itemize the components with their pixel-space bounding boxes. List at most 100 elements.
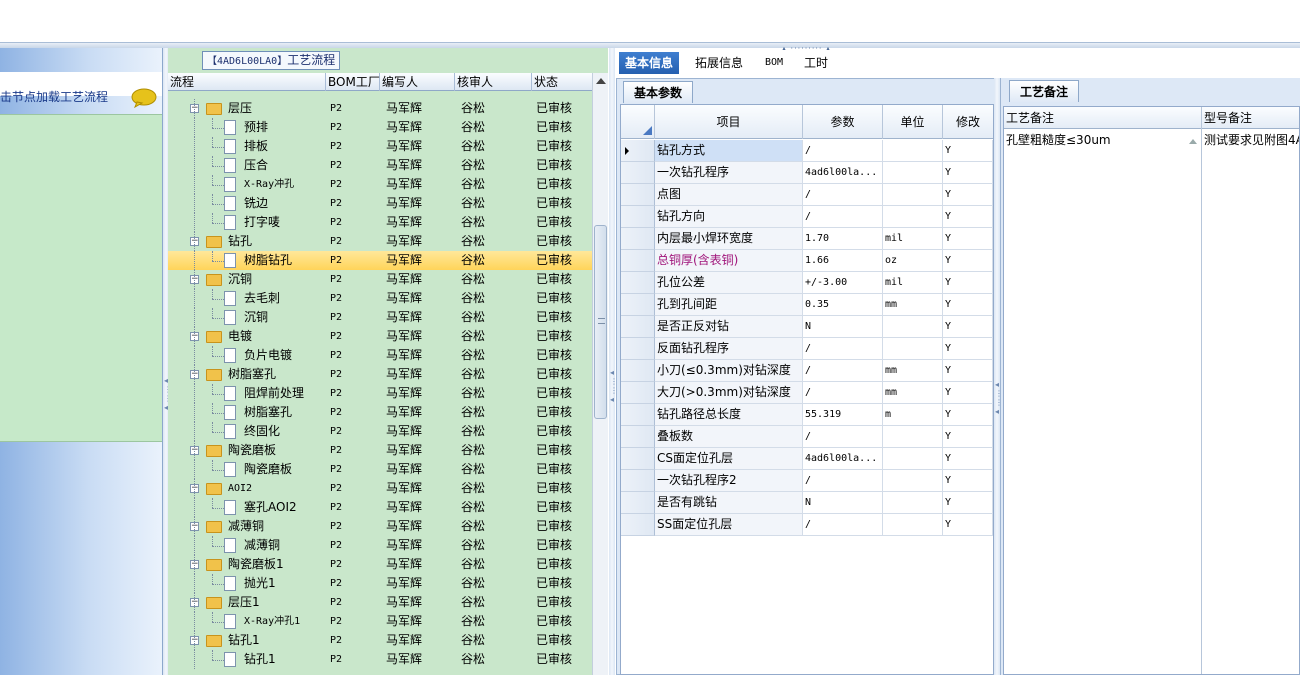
splitter-grip-icon[interactable]: ◂⋮⋮◂ — [995, 380, 1003, 416]
row-header[interactable] — [621, 382, 655, 404]
param-cell-mod[interactable]: Y — [943, 492, 993, 514]
tree-node-label[interactable]: 抛光1 — [244, 574, 276, 593]
tree-node-label[interactable]: 树脂钻孔 — [244, 251, 292, 270]
process-note-cell[interactable]: 孔壁粗糙度≤30um — [1006, 131, 1186, 148]
param-cell-unit[interactable]: oz — [883, 250, 943, 272]
param-cell-mod[interactable]: Y — [943, 470, 993, 492]
param-row[interactable]: 钻孔路径总长度 55.319 m Y — [621, 404, 993, 426]
tab-process-notes[interactable]: 工艺备注 — [1009, 80, 1080, 102]
param-cell-unit[interactable]: mil — [883, 272, 943, 294]
scroll-up-icon[interactable] — [596, 78, 606, 84]
tree-step-row[interactable]: 压合 P2 马军辉 谷松 已审核 — [168, 156, 592, 175]
column-item[interactable]: 项目 — [655, 105, 803, 139]
column-status[interactable]: 状态 — [532, 73, 592, 91]
param-row[interactable]: 是否正反对钻 N Y — [621, 316, 993, 338]
tree-node-label[interactable]: 陶瓷磨板 — [244, 460, 292, 479]
param-cell-unit[interactable] — [883, 514, 943, 536]
row-header[interactable] — [621, 162, 655, 184]
row-header[interactable] — [621, 294, 655, 316]
param-cell-mod[interactable]: Y — [943, 316, 993, 338]
row-header[interactable] — [621, 338, 655, 360]
param-row[interactable]: SS面定位孔层 / Y — [621, 514, 993, 536]
tab-basic-info[interactable]: 基本信息 — [619, 52, 680, 74]
param-cell-value[interactable]: 1.66 — [803, 250, 883, 272]
param-cell-mod[interactable]: Y — [943, 514, 993, 536]
tree-node-label[interactable]: 陶瓷磨板1 — [228, 555, 284, 574]
tree-node-label[interactable]: 钻孔 — [228, 232, 252, 251]
tree-node-label[interactable]: 减薄铜 — [244, 536, 280, 555]
tree-node-label[interactable]: 塞孔AOI2 — [244, 498, 297, 517]
param-cell-mod[interactable]: Y — [943, 162, 993, 184]
param-row[interactable]: 内层最小焊环宽度 1.70 mil Y — [621, 228, 993, 250]
row-header[interactable] — [621, 272, 655, 294]
row-header[interactable] — [621, 404, 655, 426]
column-bom-factory[interactable]: BOM工厂 — [326, 73, 380, 91]
param-cell-mod[interactable]: Y — [943, 250, 993, 272]
param-cell-unit[interactable] — [883, 448, 943, 470]
column-model-note[interactable]: 型号备注 — [1202, 107, 1299, 129]
row-header[interactable] — [621, 470, 655, 492]
tree-step-row[interactable]: 打字唛 P2 马军辉 谷松 已审核 — [168, 213, 592, 232]
param-cell-value[interactable]: N — [803, 492, 883, 514]
param-cell-value[interactable]: / — [803, 206, 883, 228]
scroll-up-icon[interactable] — [1189, 139, 1197, 144]
tree-folder-row[interactable]: − 减薄铜 P2 马军辉 谷松 已审核 — [168, 517, 592, 536]
tree-node-label[interactable]: 打字唛 — [244, 213, 280, 232]
tree-step-row[interactable]: 终固化 P2 马军辉 谷松 已审核 — [168, 422, 592, 441]
param-cell-value[interactable]: / — [803, 426, 883, 448]
param-row[interactable]: 叠板数 / Y — [621, 426, 993, 448]
param-cell-mod[interactable]: Y — [943, 294, 993, 316]
tree-step-row[interactable]: X-Ray冲孔 P2 马军辉 谷松 已审核 — [168, 175, 592, 194]
tree-folder-row[interactable]: − 树脂塞孔 P2 马军辉 谷松 已审核 — [168, 365, 592, 384]
tree-node-label[interactable]: 预排 — [244, 118, 268, 137]
param-row[interactable]: 一次钻孔程序 4ad6l00la... Y — [621, 162, 993, 184]
param-cell-mod[interactable]: Y — [943, 338, 993, 360]
column-flow[interactable]: 流程 — [168, 73, 326, 91]
tab-extended-info[interactable]: 拓展信息 — [689, 52, 749, 74]
param-cell-mod[interactable]: Y — [943, 228, 993, 250]
param-cell-mod[interactable]: Y — [943, 426, 993, 448]
middle-splitter[interactable]: ◂ ⋮ ⋮ ◂ — [609, 48, 618, 675]
tree-step-row[interactable]: 陶瓷磨板 P2 马军辉 谷松 已审核 — [168, 460, 592, 479]
tab-bom[interactable]: BOM — [759, 52, 789, 74]
tree-node-label[interactable]: 压合 — [244, 156, 268, 175]
tree-step-row[interactable]: 预排 P2 马军辉 谷松 已审核 — [168, 118, 592, 137]
tree-node-label[interactable]: X-Ray冲孔 — [244, 175, 294, 194]
param-row[interactable]: 一次钻孔程序2/ Y — [621, 470, 993, 492]
row-header[interactable] — [621, 140, 655, 162]
tree-node-label[interactable]: 沉铜 — [228, 270, 252, 289]
param-row[interactable]: 钻孔方式 / Y — [621, 140, 993, 162]
param-row[interactable]: 总铜厚(含表铜) 1.66 oz Y — [621, 250, 993, 272]
row-header[interactable] — [621, 316, 655, 338]
tree-node-label[interactable]: 减薄铜 — [228, 517, 264, 536]
param-cell-unit[interactable] — [883, 426, 943, 448]
param-cell-unit[interactable] — [883, 492, 943, 514]
speech-bubble-icon[interactable] — [131, 88, 157, 108]
param-cell-mod[interactable]: Y — [943, 404, 993, 426]
param-cell-unit[interactable] — [883, 470, 943, 492]
param-row[interactable]: 钻孔方向 / Y — [621, 206, 993, 228]
param-cell-unit[interactable] — [883, 338, 943, 360]
row-header[interactable] — [621, 360, 655, 382]
param-cell-mod[interactable]: Y — [943, 184, 993, 206]
tree-folder-row[interactable]: − 层压1 P2 马军辉 谷松 已审核 — [168, 593, 592, 612]
param-cell-unit[interactable]: mm — [883, 360, 943, 382]
tree-node-label[interactable]: 陶瓷磨板 — [228, 441, 276, 460]
row-header[interactable] — [621, 426, 655, 448]
param-cell-unit[interactable]: mm — [883, 382, 943, 404]
tree-node-label[interactable]: 沉铜 — [244, 308, 268, 327]
param-cell-mod[interactable]: Y — [943, 206, 993, 228]
column-unit[interactable]: 单位 — [883, 105, 943, 139]
param-cell-value[interactable]: +/-3.00 — [803, 272, 883, 294]
tree-node-label[interactable]: 树脂塞孔 — [228, 365, 276, 384]
param-cell-unit[interactable]: mil — [883, 228, 943, 250]
tree-node-label[interactable]: 树脂塞孔 — [244, 403, 292, 422]
param-cell-value[interactable]: / — [803, 360, 883, 382]
param-cell-value[interactable]: 55.319 — [803, 404, 883, 426]
tree-step-row[interactable]: 树脂塞孔 P2 马军辉 谷松 已审核 — [168, 403, 592, 422]
column-param[interactable]: 参数 — [803, 105, 883, 139]
row-header[interactable] — [621, 492, 655, 514]
param-cell-unit[interactable]: mm — [883, 294, 943, 316]
param-row[interactable]: 孔位公差 +/-3.00 mil Y — [621, 272, 993, 294]
param-cell-unit[interactable] — [883, 316, 943, 338]
